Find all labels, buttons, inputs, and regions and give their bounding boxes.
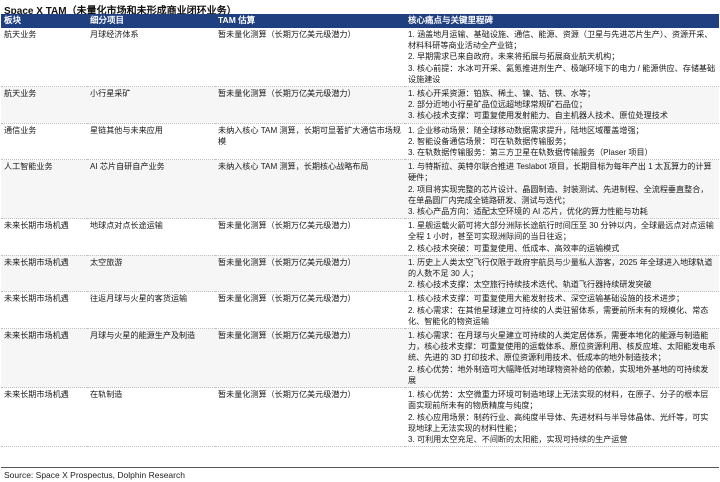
milestone-line: 1. 核心开采资源：铂族、稀土、镍、钴、铁、水等； xyxy=(408,89,596,99)
header-milestones: 核心痛点与关键里程碑 xyxy=(405,14,719,28)
cell-sector: 航天业务 xyxy=(1,86,87,124)
table-row: 未来长期市场机遇 太空旅游 暂未量化测算（长期万亿美元级潜力） 1. 历史上人类太空飞… xyxy=(1,255,719,293)
cell-item: 月球与火星的能源生产及制造 xyxy=(87,328,215,389)
cell-sector: 未来长期市场机遇 xyxy=(1,255,87,293)
cell-milestones: 1. 核心技术支撑：可重复使用大能发射技术、深空运输基础设施的技术进步； 2. 核… xyxy=(405,291,719,330)
milestone-line: 1. 涵盖地月运输、基础设施、通信、能源、资源（卫星与先进芯片生产）、资源开采、… xyxy=(408,30,713,51)
cell-sector: 人工智能业务 xyxy=(1,159,87,220)
cell-tam: 暂未量化测算（长期万亿美元级潜力） xyxy=(215,255,405,293)
cell-tam: 暂未量化测算（长期万亿美元级潜力） xyxy=(215,218,405,256)
table-row: 航天业务 月球经济体系 暂未量化测算（长期万亿美元级潜力） 1. 涵盖地月运输、基础设… xyxy=(1,28,719,88)
cell-item: AI 芯片自研自产业务 xyxy=(87,159,215,220)
milestone-line: 2. 部分近地小行星矿品位远超地球常规矿石品位； xyxy=(408,100,587,110)
cell-item: 太空旅游 xyxy=(87,255,215,293)
milestone-line: 2. 核心需求：在其他星球建立可持续的人类驻留体系，需要前所未有的规模化、常态化… xyxy=(408,305,709,326)
header-tam: TAM 估算 xyxy=(215,14,405,28)
milestone-line: 1. 企业移动场景：随全球移动数据需求提升，陆地区域覆盖增强； xyxy=(408,125,644,135)
cell-item: 在轨制造 xyxy=(87,387,215,448)
cell-tam: 未纳入核心 TAM 测算，长期可显著扩大通信市场规模 xyxy=(215,123,405,161)
milestone-line: 1. 历史上人类太空飞行仅限于政府宇航员与少量私人游客，2025 年全球进入地球… xyxy=(408,257,713,279)
table-row: 未来长期市场机遇 月球与火星的能源生产及制造 暂未量化测算（长期万亿美元级潜力） 1.… xyxy=(1,328,719,389)
cell-tam: 暂未量化测算（长期万亿美元级潜力） xyxy=(215,28,405,88)
cell-milestones: 1. 历史上人类太空飞行仅限于政府宇航员与少量私人游客，2025 年全球进入地球… xyxy=(405,255,719,293)
cell-item: 小行星采矿 xyxy=(87,86,215,124)
cell-milestones: 1. 核心优势：太空微重力环境可制造地球上无法实现的材料，在原子、分子的根本层面… xyxy=(405,387,719,448)
milestone-line: 3. 核心前提：水冰可开采、氦氪推进剂生产、极端环境下的电力 / 能源供应、存储… xyxy=(408,63,716,84)
cell-tam: 暂未量化测算（长期万亿美元级潜力） xyxy=(215,86,405,124)
milestone-line: 2. 核心技术突破：可重复使用、低成本、高效率的运输模式 xyxy=(408,243,620,253)
milestone-line: 2. 项目将实现完整的芯片设计、晶圆制造、封装测试、先进制程、全流程垂直整合，在… xyxy=(408,184,709,205)
milestone-line: 2. 核心技术支撑：太空旅行持续技术迭代、轨道飞行器持续研发突破 xyxy=(408,280,652,290)
milestone-line: 1. 核心技术支撑：可重复使用大能发射技术、深空运输基础设施的技术进步； xyxy=(408,294,685,304)
milestone-line: 2. 核心优势：地外制造可大幅降低对地球物资补给的依赖，实现地外基地的可持续发展 xyxy=(408,364,709,385)
header-item: 细分项目 xyxy=(87,14,215,28)
footer-rule xyxy=(1,467,719,468)
cell-sector: 通信业务 xyxy=(1,123,87,161)
table-row: 未来长期市场机遇 往返月球与火星的客货运输 暂未量化测算（长期万亿美元级潜力） 1. … xyxy=(1,291,719,330)
milestone-line: 1. 与特斯拉、英特尔联合推进 Teslabot 项目，长期目标为每年产出 1 … xyxy=(408,162,712,183)
milestone-line: 3. 核心技术支撑：可重复使用发射能力、自主机器人技术、原位处理技术 xyxy=(408,111,668,121)
cell-tam: 暂未量化测算（长期万亿美元级潜力） xyxy=(215,328,405,389)
table-row: 航天业务 小行星采矿 暂未量化测算（长期万亿美元级潜力） 1. 核心开采资源：铂族、稀… xyxy=(1,86,719,124)
milestone-line: 1. 星舰运载火箭可将大部分洲际长途航行时间压至 30 分钟以内，全球最远点对点… xyxy=(408,221,714,242)
cell-sector: 未来长期市场机遇 xyxy=(1,387,87,448)
table-header-row: 板块 细分项目 TAM 估算 核心痛点与关键里程碑 xyxy=(1,14,719,28)
milestone-line: 3. 核心产品方向：适配太空环境的 AI 芯片，优化的算力性能与功耗 xyxy=(408,207,648,217)
cell-tam: 暂未量化测算（长期万亿美元级潜力） xyxy=(215,291,405,330)
cell-milestones: 1. 涵盖地月运输、基础设施、通信、能源、资源（卫星与先进芯片生产）、资源开采、… xyxy=(405,28,719,88)
tam-table: 板块 细分项目 TAM 估算 核心痛点与关键里程碑 航天业务 月球经济体系 暂未量化… xyxy=(1,14,719,448)
milestone-line: 3. 可利用太空充足、不间断的太阳能，实现可持续的生产运营 xyxy=(408,434,628,444)
table-row: 通信业务 星链其他与未来应用 未纳入核心 TAM 测算，长期可显著扩大通信市场规模 1… xyxy=(1,123,719,161)
milestone-line: 2. 核心应用场景：制药行业、高纯度半导体、先进材料与半导体晶体、光纤等，可实现… xyxy=(408,412,709,433)
cell-milestones: 1. 与特斯拉、英特尔联合推进 Teslabot 项目，长期目标为每年产出 1 … xyxy=(405,159,719,220)
source-note: Source: Space X Prospectus, Dolphin Rese… xyxy=(4,470,185,480)
table-row: 未来长期市场机遇 在轨制造 暂未量化测算（长期万亿美元级潜力） 1. 核心优势：太空微… xyxy=(1,387,719,448)
cell-tam: 未纳入核心 TAM 测算，长期核心战略布局 xyxy=(215,159,405,220)
cell-item: 往返月球与火星的客货运输 xyxy=(87,291,215,330)
cell-milestones: 1. 核心需求：在月球与火星建立可持续的人类定居体系，需要本地化的能源与制造能力… xyxy=(405,328,719,389)
header-sector: 板块 xyxy=(1,14,87,28)
cell-milestones: 1. 核心开采资源：铂族、稀土、镍、钴、铁、水等； 2. 部分近地小行星矿品位远超… xyxy=(405,86,719,124)
cell-item: 月球经济体系 xyxy=(87,28,215,88)
cell-item: 星链其他与未来应用 xyxy=(87,123,215,161)
cell-sector: 未来长期市场机遇 xyxy=(1,291,87,330)
milestone-line: 2. 智能设备通信场景：可在轨数据传输服务； xyxy=(408,136,571,146)
milestone-line: 1. 核心需求：在月球与火星建立可持续的人类定居体系，需要本地化的能源与制造能力… xyxy=(408,331,716,363)
cell-item: 地球点对点长途运输 xyxy=(87,218,215,256)
cell-sector: 未来长期市场机遇 xyxy=(1,218,87,256)
cell-milestones: 1. 企业移动场景：随全球移动数据需求提升，陆地区域覆盖增强； 2. 智能设备通信… xyxy=(405,123,719,161)
milestone-line: 2. 早期需求已来自政府，未来将拓展与拓展商业航天机构； xyxy=(408,52,620,62)
cell-tam: 暂未量化测算（长期万亿美元级潜力） xyxy=(215,387,405,448)
table-row: 未来长期市场机遇 地球点对点长途运输 暂未量化测算（长期万亿美元级潜力） 1. 星舰运… xyxy=(1,218,719,256)
table-row: 人工智能业务 AI 芯片自研自产业务 未纳入核心 TAM 测算，长期核心战略布局 1.… xyxy=(1,159,719,220)
milestone-line: 3. 在轨数据传输服务：第三方卫星在轨数据传输服务（Plaser 项目） xyxy=(408,148,653,158)
cell-sector: 未来长期市场机遇 xyxy=(1,328,87,389)
cell-milestones: 1. 星舰运载火箭可将大部分洲际长途航行时间压至 30 分钟以内，全球最远点对点… xyxy=(405,218,719,256)
cell-sector: 航天业务 xyxy=(1,28,87,88)
milestone-line: 1. 核心优势：太空微重力环境可制造地球上无法实现的材料，在原子、分子的根本层面… xyxy=(408,390,709,411)
